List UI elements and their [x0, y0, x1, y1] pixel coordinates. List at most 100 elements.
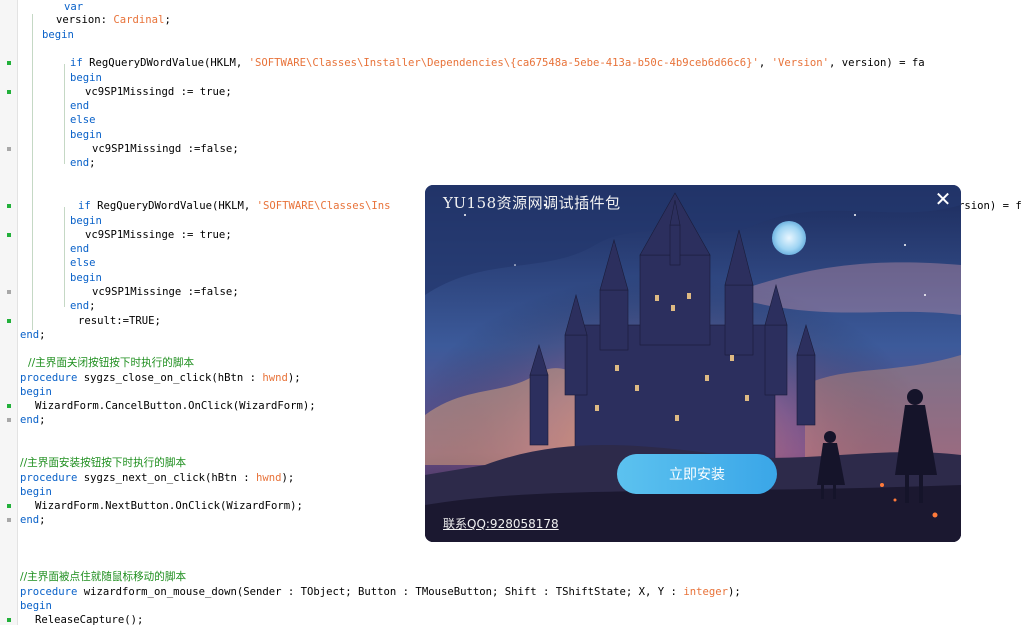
code-line: procedure sygzs_next_on_click(hBtn : hwn…: [20, 471, 294, 485]
change-marker: [7, 404, 11, 408]
code-keyword: begin: [70, 215, 102, 227]
code-line: WizardForm.CancelButton.OnClick(WizardFo…: [35, 399, 316, 413]
code-keyword: begin: [42, 29, 74, 41]
code-line: if RegQueryDWordValue(HKLM, 'SOFTWARE\Cl…: [78, 199, 391, 213]
fold-guide: [32, 14, 33, 330]
code-line: begin: [70, 128, 102, 142]
change-marker: [7, 518, 11, 522]
code-keyword: begin: [70, 272, 102, 284]
code-line: else: [70, 113, 96, 127]
code-string: hwnd: [256, 472, 282, 484]
code-keyword: end: [20, 414, 40, 426]
code-line: end: [70, 242, 89, 256]
code-comment: //主界面被点住就随鼠标移动的脚本: [20, 571, 187, 583]
code-text: ;: [39, 514, 46, 526]
code-text: vc9SP1Missinge := true;: [85, 229, 232, 241]
code-keyword: if: [78, 200, 98, 212]
code-line: end;: [20, 328, 46, 342]
code-line: //主界面被点住就随鼠标移动的脚本: [20, 570, 186, 584]
code-text: version:: [56, 14, 114, 26]
close-icon[interactable]: ✕: [931, 187, 955, 211]
code-line: vc9SP1Missinge :=false;: [92, 285, 239, 299]
code-line: else: [70, 256, 96, 270]
code-keyword: end: [70, 100, 90, 112]
change-marker: [7, 319, 11, 323]
code-line: end: [70, 99, 89, 113]
code-keyword: procedure: [20, 586, 84, 598]
code-keyword: else: [70, 114, 96, 126]
code-line: vc9SP1Missinge := true;: [85, 228, 232, 242]
code-text: ;: [89, 300, 96, 312]
code-text: RegQueryDWordValue(HKLM,: [89, 57, 249, 69]
code-line: begin: [42, 28, 74, 42]
code-keyword: end: [20, 329, 40, 341]
code-keyword: begin: [20, 600, 52, 612]
code-text: vc9SP1Missingd := true;: [85, 86, 232, 98]
code-text: sygzs_close_on_click(hBtn :: [83, 372, 263, 384]
code-line: begin: [20, 599, 52, 613]
fold-guide: [64, 207, 65, 307]
code-line: vc9SP1Missingd :=false;: [92, 142, 239, 156]
code-text: ;: [89, 157, 96, 169]
change-marker: [7, 618, 11, 622]
change-marker: [7, 233, 11, 237]
code-text: vc9SP1Missinge :=false;: [92, 286, 239, 298]
code-keyword: var: [64, 1, 84, 13]
code-keyword: begin: [70, 72, 102, 84]
code-keyword: begin: [70, 129, 102, 141]
code-text: wizardform_on_mouse_down(Sender : TObjec…: [83, 586, 684, 598]
change-marker: [7, 90, 11, 94]
code-keyword: procedure: [20, 372, 84, 384]
code-line: var: [64, 0, 83, 14]
code-string: Cardinal: [113, 14, 165, 26]
code-line: version: Cardinal;: [56, 13, 171, 27]
code-string: 'SOFTWARE\Classes\Ins: [256, 200, 391, 212]
code-keyword: end: [70, 243, 90, 255]
install-now-button[interactable]: 立即安装: [617, 454, 777, 494]
code-text: WizardForm.CancelButton.OnClick(WizardFo…: [35, 400, 316, 412]
code-line: rsion) = f: [958, 199, 1022, 213]
code-line: begin: [20, 485, 52, 499]
code-text: vc9SP1Missingd :=false;: [92, 143, 239, 155]
code-line: //主界面安装按钮按下时执行的脚本: [20, 456, 186, 470]
code-text: ;: [39, 329, 46, 341]
code-line: vc9SP1Missingd := true;: [85, 85, 232, 99]
change-marker: [7, 418, 11, 422]
code-text: sygzs_next_on_click(hBtn :: [83, 472, 256, 484]
code-text: ,: [758, 57, 772, 69]
fold-guide: [64, 64, 65, 164]
code-string: 'SOFTWARE\Classes\Installer\Dependencies…: [248, 57, 759, 69]
code-text: result:=TRUE;: [78, 315, 161, 327]
code-text: rsion) = f: [958, 200, 1022, 212]
change-marker: [7, 204, 11, 208]
code-line: procedure wizardform_on_mouse_down(Sende…: [20, 585, 741, 599]
code-text: );: [281, 472, 295, 484]
code-comment: //主界面安装按钮按下时执行的脚本: [20, 457, 187, 469]
change-marker: [7, 290, 11, 294]
contact-qq-link[interactable]: 联系QQ:928058178: [443, 515, 559, 532]
installer-popup[interactable]: YU158资源网调试插件包 ✕ 立即安装 联系QQ:928058178: [425, 185, 961, 542]
code-keyword: end: [70, 300, 90, 312]
code-text: );: [727, 586, 741, 598]
code-text: ;: [39, 414, 46, 426]
code-line: result:=TRUE;: [78, 314, 161, 328]
code-keyword: begin: [20, 486, 52, 498]
code-comment: //主界面关闭按钮按下时执行的脚本: [28, 357, 195, 369]
code-text: , version) = fa: [829, 57, 925, 69]
code-keyword: if: [70, 57, 90, 69]
change-marker: [7, 147, 11, 151]
code-line: begin: [70, 271, 102, 285]
code-line: begin: [70, 71, 102, 85]
code-line: WizardForm.NextButton.OnClick(WizardForm…: [35, 499, 303, 513]
code-keyword: end: [70, 157, 90, 169]
code-text: ReleaseCapture();: [35, 614, 144, 625]
code-line: ReleaseCapture();: [35, 613, 143, 625]
code-text: ;: [164, 14, 171, 26]
code-text: RegQueryDWordValue(HKLM,: [97, 200, 257, 212]
popup-title: YU158资源网调试插件包: [443, 194, 621, 212]
code-line: if RegQueryDWordValue(HKLM, 'SOFTWARE\Cl…: [70, 56, 925, 70]
code-line: begin: [20, 385, 52, 399]
code-string: integer: [683, 586, 728, 598]
change-marker: [7, 504, 11, 508]
code-string: 'Version': [771, 57, 830, 69]
